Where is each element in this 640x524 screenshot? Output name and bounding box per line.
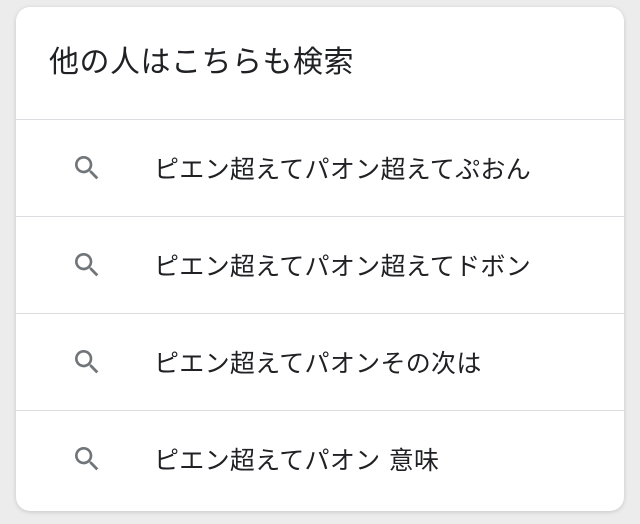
related-searches-card: 他の人はこちらも検索 ピエン超えてパオン超えてぷおん ピエン超えてパオン超えてド… bbox=[16, 7, 624, 511]
related-search-item[interactable]: ピエン超えてパオン超えてぷおん bbox=[16, 119, 624, 216]
search-icon bbox=[70, 442, 104, 476]
related-search-label: ピエン超えてパオン 意味 bbox=[154, 446, 440, 475]
search-icon bbox=[70, 248, 104, 282]
related-search-item[interactable]: ピエン超えてパオン超えてドボン bbox=[16, 216, 624, 313]
related-searches-title: 他の人はこちらも検索 bbox=[49, 45, 354, 80]
related-search-item[interactable]: ピエン超えてパオン 意味 bbox=[16, 410, 624, 507]
related-search-label: ピエン超えてパオン超えてぷおん bbox=[154, 155, 532, 184]
related-searches-list: ピエン超えてパオン超えてぷおん ピエン超えてパオン超えてドボン ピエン超えてパオ… bbox=[16, 119, 624, 507]
search-icon bbox=[70, 151, 104, 185]
search-icon bbox=[70, 345, 104, 379]
related-search-label: ピエン超えてパオンその次は bbox=[154, 349, 482, 378]
related-search-item[interactable]: ピエン超えてパオンその次は bbox=[16, 313, 624, 410]
related-search-label: ピエン超えてパオン超えてドボン bbox=[154, 252, 532, 281]
